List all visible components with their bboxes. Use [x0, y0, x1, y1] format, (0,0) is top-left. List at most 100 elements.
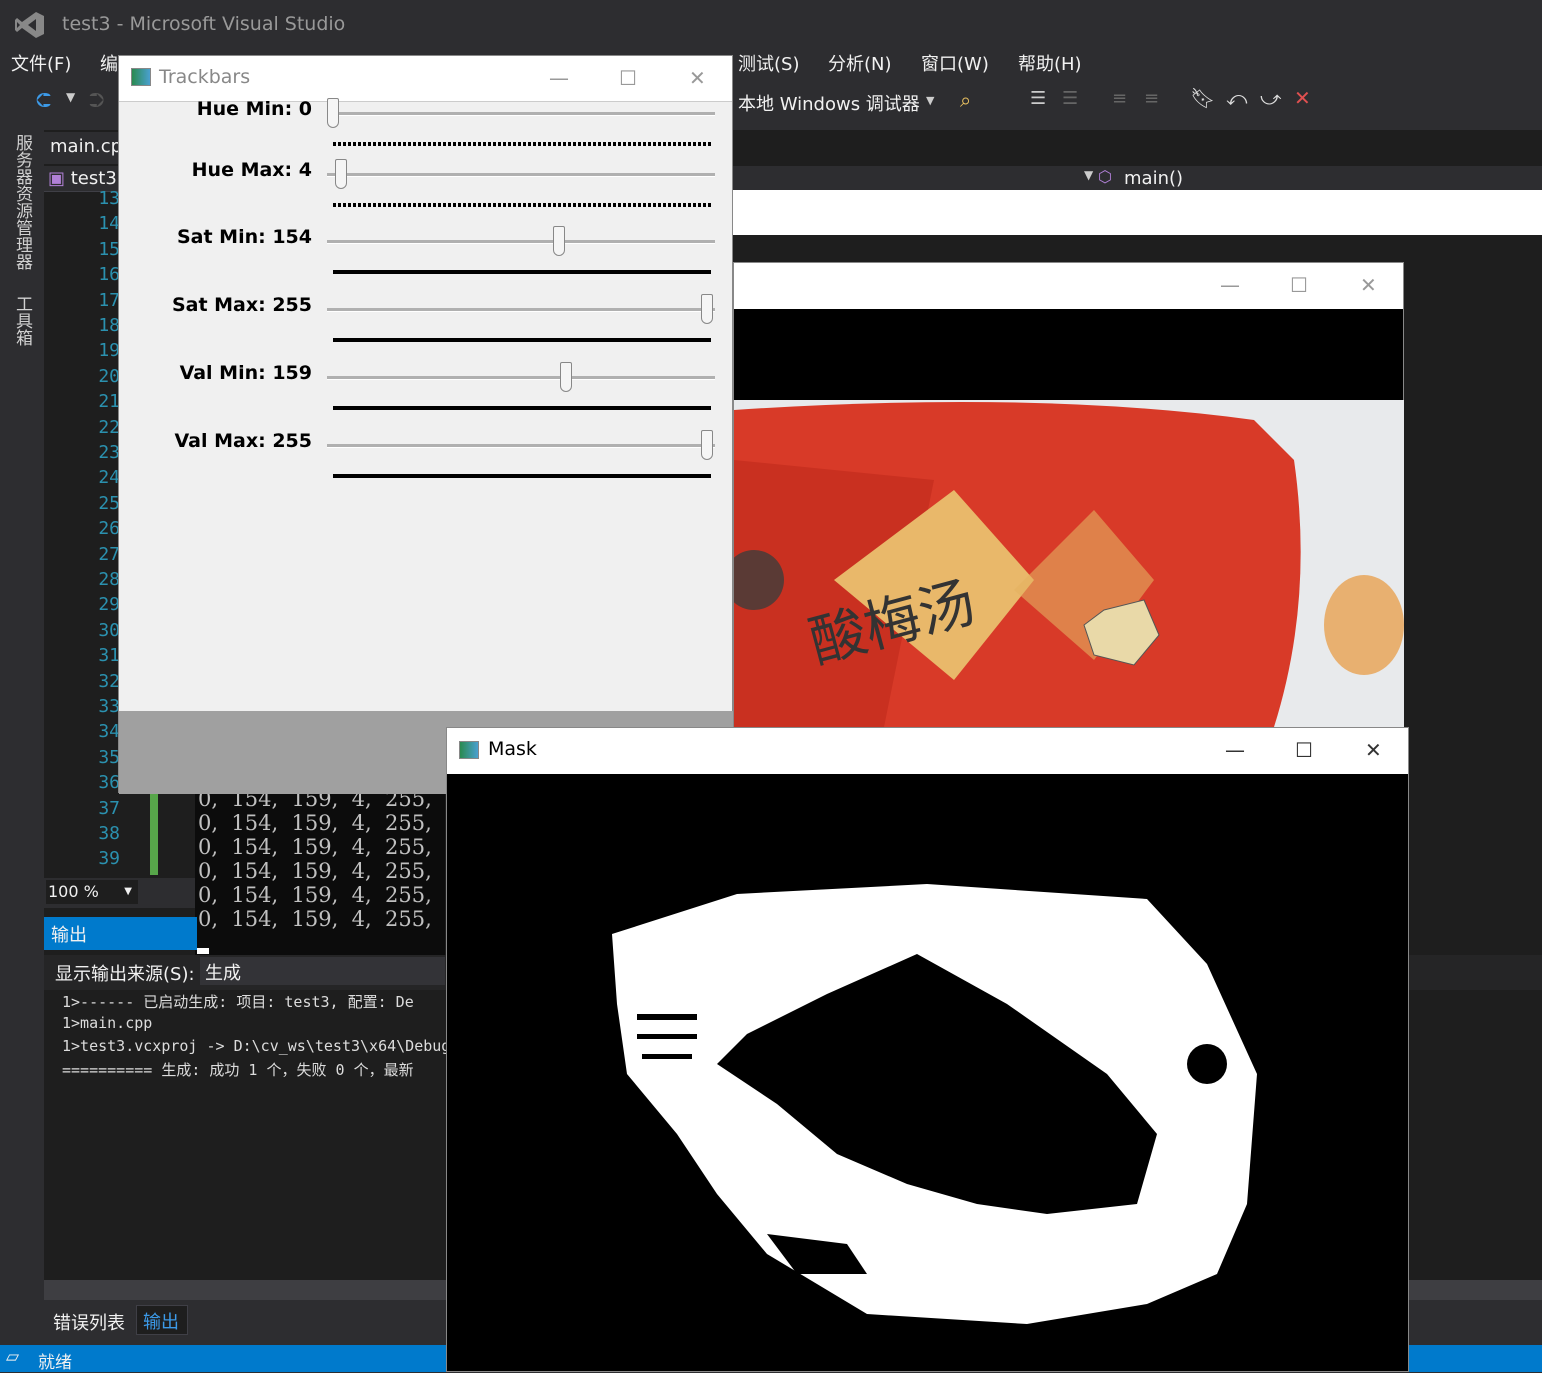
zoom-select[interactable]: 100 % ▼ [46, 880, 138, 904]
chevron-down-icon[interactable]: ▼ [926, 94, 934, 107]
mask-image [612, 884, 1257, 1324]
line-number: 21 [98, 391, 120, 413]
close-icon[interactable]: ✕ [1360, 273, 1377, 297]
trackbar-label: Val Min: 159 [179, 362, 312, 384]
console-window: 0, 154, 159, 4, 255, 0, 154, 159, 4, 255… [195, 785, 445, 955]
change-marker [150, 790, 158, 875]
line-number: 33 [98, 696, 120, 717]
side-tab-toolbox[interactable]: 工具箱 [10, 295, 35, 346]
clear-bookmarks-icon[interactable]: ✕ [1294, 86, 1311, 110]
project-icon: ▣ [48, 168, 66, 189]
trackbar-track[interactable] [327, 112, 715, 116]
debugger-select[interactable]: 本地 Windows 调试器 [738, 90, 920, 116]
line-number: 39 [98, 848, 120, 870]
uncomment-icon[interactable]: ≡ [1144, 88, 1159, 109]
close-icon[interactable]: ✕ [1365, 738, 1382, 762]
output-source-select[interactable]: 生成 [200, 957, 445, 985]
trackbar-label: Hue Min: 0 [196, 98, 312, 120]
line-number: 28 [98, 569, 120, 590]
trackbar-ticks [333, 203, 711, 207]
status-icon: ▱ [6, 1347, 20, 1367]
find-icon[interactable]: ⌕ [960, 88, 971, 112]
comment-icon[interactable]: ≡ [1112, 88, 1127, 109]
menu-window[interactable]: 窗口(W) [921, 50, 989, 76]
line-number: 37 [98, 797, 120, 819]
console-row: 0, 154, 159, 4, 255, [198, 811, 432, 835]
next-bookmark-icon[interactable]: ⤻ [1260, 86, 1281, 110]
prev-bookmark-icon[interactable]: ⤺ [1226, 86, 1247, 110]
tab-error-list[interactable]: 错误列表 [53, 1309, 125, 1335]
title-bar[interactable]: Trackbars — ☐ ✕ [119, 56, 732, 102]
trackbar-ticks [333, 474, 711, 478]
menu-analyze[interactable]: 分析(N) [828, 50, 892, 76]
trackbar-thumb[interactable] [327, 98, 339, 128]
forward-icon[interactable]: ⮊ [89, 88, 104, 112]
trackbar-label: Val Max: 255 [174, 430, 312, 452]
trackbar-track[interactable] [327, 444, 715, 448]
maximize-icon[interactable]: ☐ [1290, 273, 1308, 297]
menu-help[interactable]: 帮助(H) [1018, 50, 1082, 76]
console-row: 0, 154, 159, 4, 255, [198, 859, 432, 883]
title-bar[interactable]: — ☐ ✕ [734, 263, 1403, 309]
line-number: 29 [98, 594, 120, 616]
trackbar-ticks [333, 142, 711, 146]
output-line: ========== 生成: 成功 1 个，失败 0 个，最新 [62, 1061, 414, 1079]
project-name: test3 [70, 168, 117, 189]
trackbar-track[interactable] [327, 308, 715, 312]
trackbar-label: Sat Max: 255 [171, 294, 312, 316]
line-number: 34 [98, 721, 120, 743]
line-number: 26 [98, 518, 120, 540]
window-icon [131, 68, 151, 86]
minimize-icon[interactable]: — [549, 66, 569, 90]
trackbar-track[interactable] [327, 376, 715, 380]
status-text: 就绪 [38, 1353, 72, 1373]
line-number: 31 [98, 645, 120, 667]
console-row: 0, 154, 159, 4, 255, [198, 907, 432, 931]
trackbar-thumb[interactable] [560, 362, 573, 392]
chevron-down-icon[interactable]: ▼ [66, 90, 75, 104]
window-icon [459, 741, 479, 759]
camera-image: 酸梅汤 [734, 400, 1404, 727]
visual-studio-logo [15, 12, 44, 38]
project-dropdown[interactable]: ▣ test3 [48, 168, 117, 189]
line-number: 38 [98, 823, 120, 844]
line-number: 20 [98, 365, 120, 387]
tab-main-cpp[interactable]: main.cp [44, 132, 124, 164]
trackbar-track[interactable] [327, 173, 715, 177]
minimize-icon[interactable]: — [1220, 273, 1240, 297]
outdent-icon[interactable]: ☰ [1062, 88, 1078, 109]
line-number: 14 [98, 213, 120, 235]
trackbar-thumb[interactable] [335, 159, 348, 189]
line-number: 13 [98, 188, 120, 209]
back-icon[interactable]: ⮈ [36, 88, 51, 112]
trackbar-ticks [333, 406, 711, 410]
trackbar-label: Sat Min: 154 [176, 226, 312, 248]
function-dropdown[interactable]: main() [1124, 168, 1183, 189]
side-tab-server-explorer[interactable]: 服务器资源管理器 [10, 134, 35, 270]
line-number: 30 [98, 619, 120, 641]
line-number: 27 [98, 543, 120, 565]
white-strip [733, 190, 1542, 235]
menu-file[interactable]: 文件(F) [11, 50, 71, 76]
output-source-label: 显示输出来源(S): [55, 964, 195, 985]
line-number: 17 [98, 289, 120, 311]
trackbar-thumb[interactable] [701, 430, 713, 460]
output-line: 1>main.cpp [62, 1014, 153, 1032]
function-icon: ⬡ [1098, 167, 1112, 186]
tab-output[interactable]: 输出 [136, 1305, 188, 1335]
maximize-icon[interactable]: ☐ [1295, 738, 1313, 762]
chevron-down-icon[interactable]: ▼ [1084, 168, 1093, 182]
close-icon[interactable]: ✕ [689, 66, 706, 90]
menu-edit[interactable]: 编 [100, 50, 118, 76]
window-title: test3 - Microsoft Visual Studio [62, 13, 346, 35]
trackbar-thumb[interactable] [552, 226, 565, 256]
trackbar-track[interactable] [327, 240, 715, 244]
title-bar[interactable]: Mask — ☐ ✕ [447, 728, 1408, 774]
menu-test[interactable]: 测试(S) [738, 50, 799, 76]
bookmark-icon[interactable]: 🔖︎ [1190, 86, 1215, 110]
minimize-icon[interactable]: — [1225, 738, 1245, 762]
maximize-icon[interactable]: ☐ [619, 66, 637, 90]
trackbar-thumb[interactable] [701, 294, 713, 324]
indent-icon[interactable]: ☰ [1030, 88, 1046, 109]
line-number: 19 [98, 340, 120, 362]
